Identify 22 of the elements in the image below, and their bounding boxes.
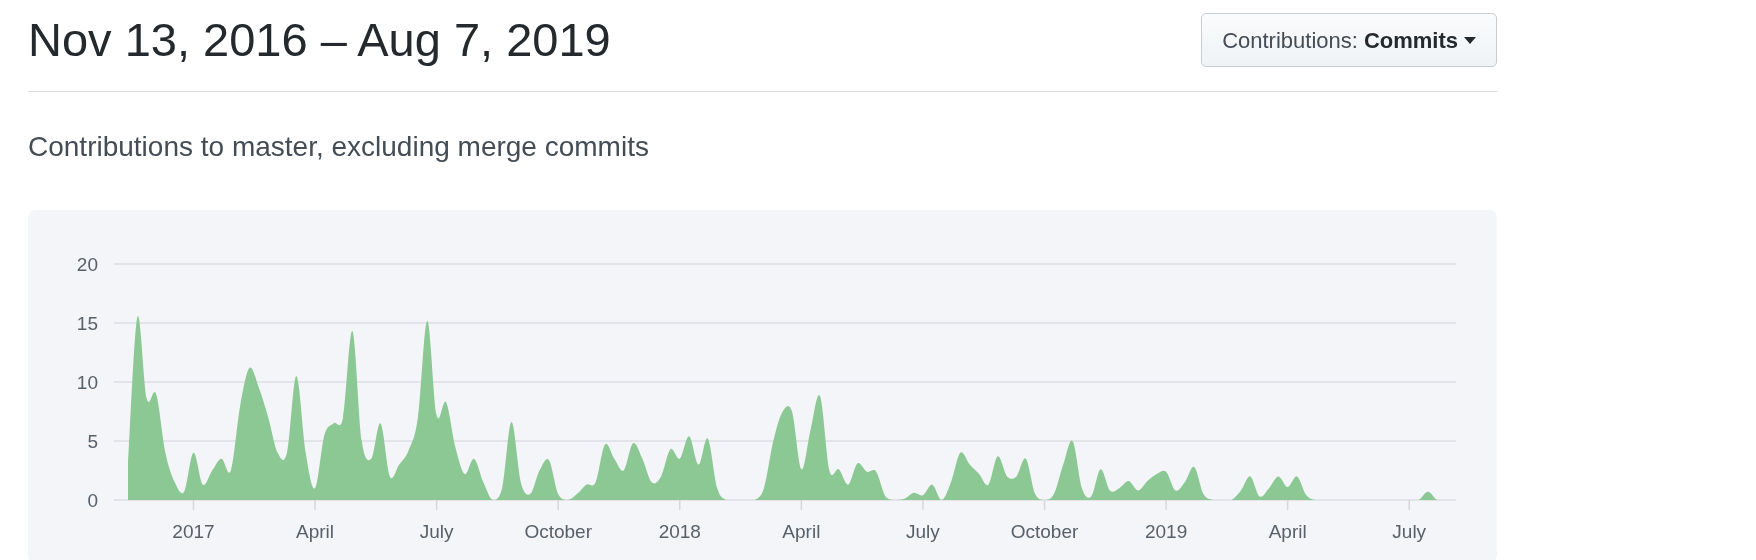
x-axis-label: April [782, 521, 821, 542]
date-range-title: Nov 13, 2016 – Aug 7, 2019 [28, 12, 611, 68]
dropdown-value: Commits [1363, 26, 1458, 55]
y-axis-label: 10 [76, 372, 98, 393]
x-axis-label: April [1268, 521, 1307, 542]
y-axis-label: 20 [76, 254, 98, 275]
x-axis-label: April [296, 521, 335, 542]
x-axis-label: October [524, 521, 592, 542]
x-axis-label: July [1392, 521, 1427, 542]
caret-icon [1464, 36, 1476, 44]
x-axis-label: October [1010, 521, 1079, 542]
chart-description: Contributions to master, excluding merge commits [28, 130, 650, 164]
x-axis-label: 2019 [1144, 521, 1188, 542]
x-axis-label: 2017 [172, 521, 215, 542]
dropdown-label: Contributions: [1222, 26, 1358, 55]
y-axis-label: 0 [87, 490, 98, 511]
contributions-dropdown[interactable]: Contributions: Commits [1201, 13, 1497, 67]
y-axis-label: 5 [87, 431, 98, 452]
y-axis-label: 15 [76, 313, 98, 334]
x-axis-label: July [419, 521, 454, 542]
x-axis-label: 2018 [658, 521, 701, 542]
x-axis-label: July [906, 521, 940, 542]
